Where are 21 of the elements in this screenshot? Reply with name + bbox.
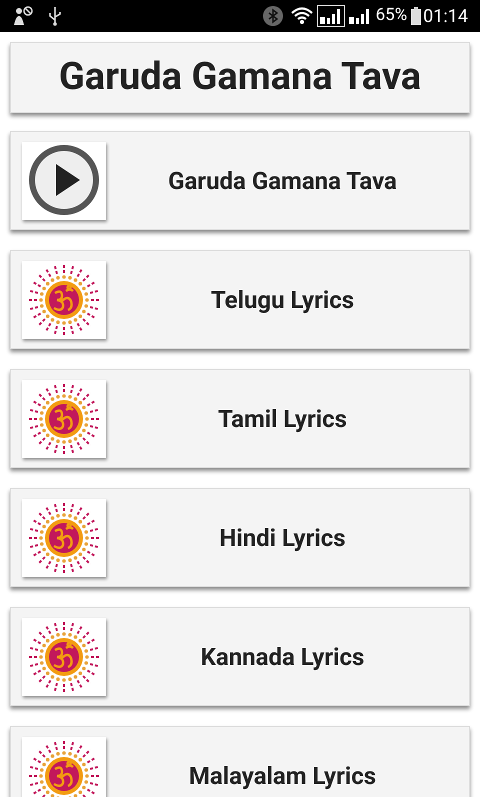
- menu-item[interactable]: Malayalam Lyrics: [10, 726, 470, 797]
- bluetooth-icon: [262, 6, 283, 26]
- om-emblem-icon: [22, 618, 106, 696]
- page-title: Garuda Gamana Tava: [58, 54, 422, 101]
- clock: 01:14: [423, 4, 468, 28]
- menu-item[interactable]: Garuda Gamana Tava: [10, 131, 470, 230]
- om-emblem-icon: [22, 736, 106, 797]
- usb-icon: [48, 6, 62, 26]
- menu-item[interactable]: Telugu Lyrics: [10, 250, 470, 349]
- menu-item[interactable]: Tamil Lyrics: [10, 369, 470, 468]
- play-icon: [22, 142, 106, 220]
- om-emblem-icon: [22, 380, 106, 458]
- notification-icon: [12, 5, 34, 27]
- om-emblem-icon: [22, 498, 106, 576]
- menu-item[interactable]: Kannada Lyrics: [10, 607, 470, 706]
- signal-icon: [316, 5, 345, 27]
- menu-item[interactable]: Hindi Lyrics: [10, 488, 470, 587]
- om-emblem-icon: [22, 260, 106, 338]
- wifi-icon: [290, 7, 313, 25]
- battery-percentage: 65%: [376, 4, 408, 28]
- battery-icon: [411, 7, 422, 25]
